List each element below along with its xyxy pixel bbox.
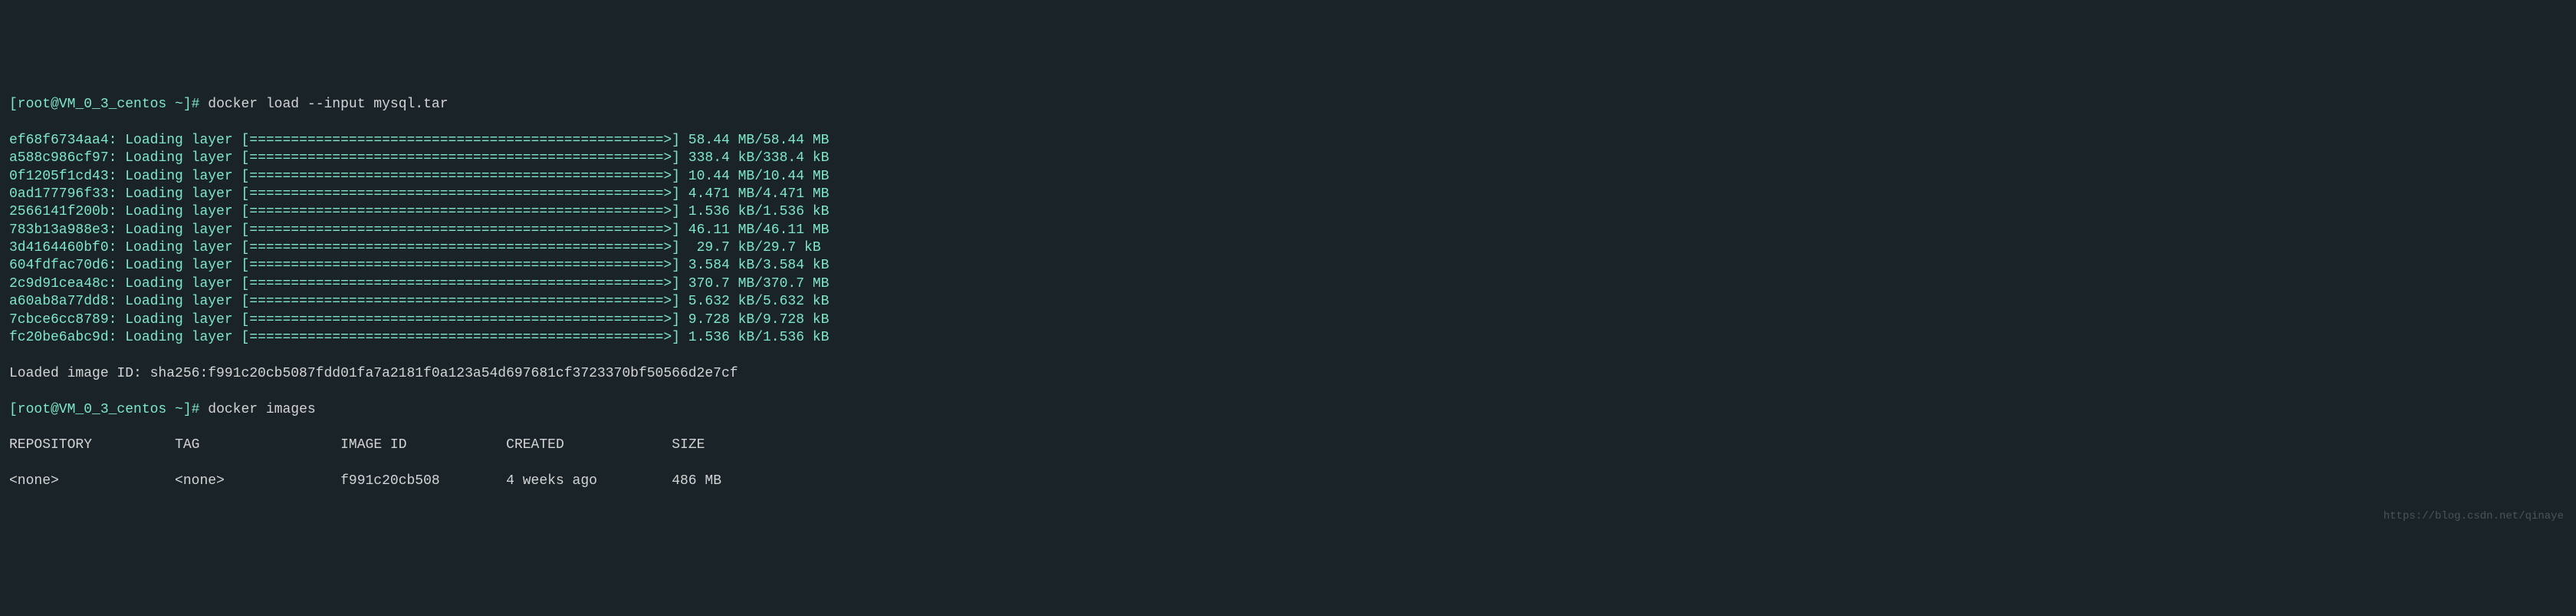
layer-line: a588c986cf97: Loading layer [===========… [9,150,2567,167]
watermark: https://blog.csdn.net/qinaye [2384,509,2564,523]
layer-line: 0ad177796f33: Loading layer [===========… [9,186,2567,203]
layer-status: Loading layer [125,150,232,166]
progress-bar: [=======================================… [241,258,680,273]
layer-status: Loading layer [125,312,232,328]
layer-status: Loading layer [125,204,232,219]
header-tag: TAG [175,437,199,453]
layer-size: 370.7 MB/370.7 MB [680,276,829,292]
layer-line: 0f1205f1cd43: Loading layer [===========… [9,168,2567,186]
layer-size: 1.536 kB/1.536 kB [680,330,829,345]
layer-size: 338.4 kB/338.4 kB [680,150,829,166]
prompt-line-1[interactable]: [root@VM_0_3_centos ~]# docker load --in… [9,96,2567,114]
layer-id: 0ad177796f33 [9,186,109,202]
cell-image-id: f991c20cb508 [340,473,440,489]
terminal-output: [root@VM_0_3_centos ~]# docker load --in… [9,78,2567,509]
layer-id: 2c9d91cea48c [9,276,109,292]
progress-bar: [=======================================… [241,150,680,166]
layer-size: 58.44 MB/58.44 MB [680,133,829,148]
images-row: <none> <none> f991c20cb508 4 weeks ago 4… [9,473,2567,490]
layer-id: a60ab8a77dd8 [9,294,109,309]
layer-status: Loading layer [125,258,232,273]
shell-prompt: [root@VM_0_3_centos ~]# [9,97,199,112]
shell-prompt: [root@VM_0_3_centos ~]# [9,402,199,417]
command-text: docker images [208,402,315,417]
prompt-line-2[interactable]: [root@VM_0_3_centos ~]# docker images [9,401,2567,419]
layer-line: 783b13a988e3: Loading layer [===========… [9,222,2567,239]
layer-size: 10.44 MB/10.44 MB [680,169,829,184]
layer-line: a60ab8a77dd8: Loading layer [===========… [9,293,2567,311]
header-size: SIZE [672,437,705,453]
layer-line: 2566141f200b: Loading layer [===========… [9,203,2567,221]
layer-line: 7cbce6cc8789: Loading layer [===========… [9,311,2567,329]
layer-line: 604fdfac70d6: Loading layer [===========… [9,257,2567,275]
progress-bar: [=======================================… [241,133,680,148]
layer-size: 46.11 MB/46.11 MB [680,222,829,238]
layer-status: Loading layer [125,276,232,292]
header-image-id: IMAGE ID [340,437,406,453]
header-repository: REPOSITORY [9,437,92,453]
cell-repository: <none> [9,473,59,489]
layer-id: 3d4164460bf0 [9,240,109,255]
command-text: docker load --input mysql.tar [208,97,448,112]
cell-size: 486 MB [672,473,721,489]
layer-size: 3.584 kB/3.584 kB [680,258,829,273]
cell-tag: <none> [175,473,225,489]
layer-status: Loading layer [125,222,232,238]
layer-size: 29.7 kB/29.7 kB [680,240,821,255]
header-created: CREATED [506,437,564,453]
progress-bar: [=======================================… [241,169,680,184]
progress-bar: [=======================================… [241,312,680,328]
loaded-image-line: Loaded image ID: sha256:f991c20cb5087fdd… [9,365,2567,383]
layer-id: a588c986cf97 [9,150,109,166]
layer-id: 604fdfac70d6 [9,258,109,273]
layer-line: 3d4164460bf0: Loading layer [===========… [9,239,2567,257]
layer-line: fc20be6abc9d: Loading layer [===========… [9,329,2567,347]
layer-line: 2c9d91cea48c: Loading layer [===========… [9,275,2567,293]
layer-size: 1.536 kB/1.536 kB [680,204,829,219]
layer-id: 7cbce6cc8789 [9,312,109,328]
layers-container: ef68f6734aa4: Loading layer [===========… [9,132,2567,348]
layer-size: 5.632 kB/5.632 kB [680,294,829,309]
progress-bar: [=======================================… [241,240,680,255]
layer-id: fc20be6abc9d [9,330,109,345]
layer-status: Loading layer [125,186,232,202]
layer-id: 2566141f200b [9,204,109,219]
layer-size: 4.471 MB/4.471 MB [680,186,829,202]
progress-bar: [=======================================… [241,330,680,345]
layer-id: 0f1205f1cd43 [9,169,109,184]
layer-line: ef68f6734aa4: Loading layer [===========… [9,132,2567,150]
progress-bar: [=======================================… [241,204,680,219]
layer-status: Loading layer [125,169,232,184]
layer-status: Loading layer [125,330,232,345]
progress-bar: [=======================================… [241,222,680,238]
layer-status: Loading layer [125,240,232,255]
layer-id: 783b13a988e3 [9,222,109,238]
progress-bar: [=======================================… [241,186,680,202]
layer-size: 9.728 kB/9.728 kB [680,312,829,328]
progress-bar: [=======================================… [241,276,680,292]
images-header: REPOSITORY TAG IMAGE ID CREATED SIZE [9,436,2567,454]
progress-bar: [=======================================… [241,294,680,309]
layer-status: Loading layer [125,133,232,148]
layer-status: Loading layer [125,294,232,309]
layer-id: ef68f6734aa4 [9,133,109,148]
cell-created: 4 weeks ago [506,473,597,489]
